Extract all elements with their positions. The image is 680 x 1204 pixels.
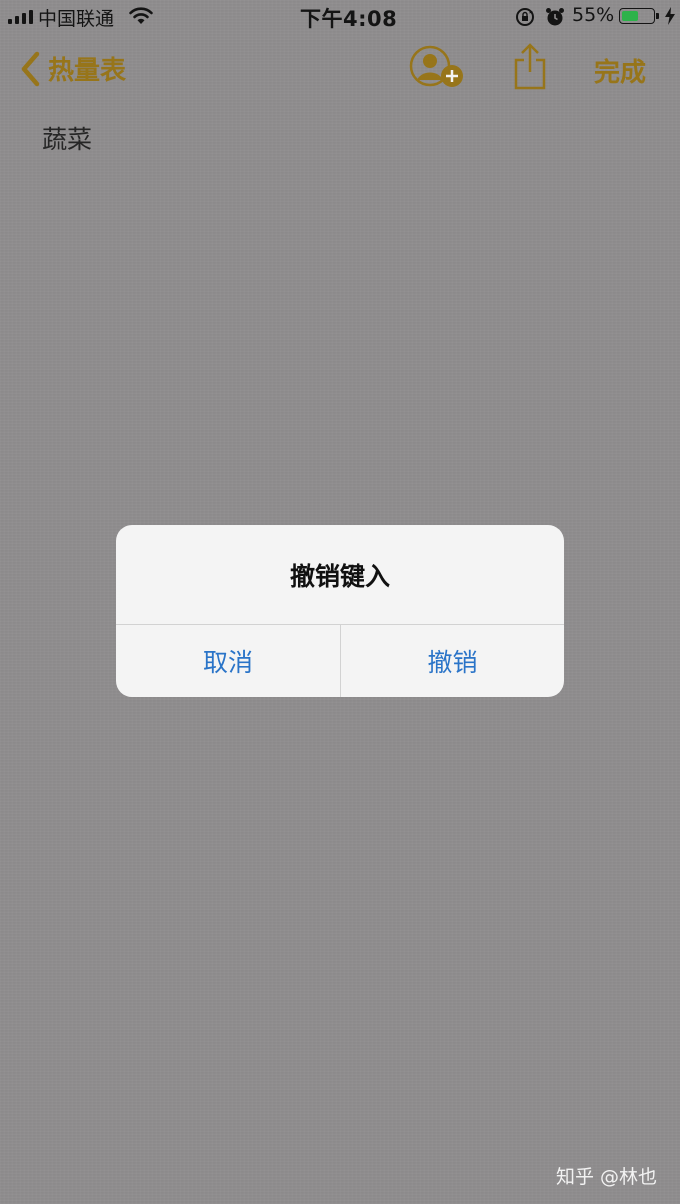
watermark: 知乎 @林也 — [556, 1166, 658, 1188]
share-icon — [514, 43, 546, 90]
carrier-name: 中国联通 — [38, 8, 115, 30]
undo-button[interactable]: 撤销 — [341, 625, 564, 697]
add-person-button[interactable] — [408, 44, 466, 92]
battery-nub — [656, 13, 659, 19]
chevron-left-icon — [21, 51, 40, 86]
cellular-signal-icon — [8, 10, 33, 24]
status-bar: 中国联通 下午4:08 55% — [0, 0, 680, 34]
rotation-lock-icon — [514, 6, 536, 33]
done-button[interactable]: 完成 — [594, 52, 646, 89]
note-body[interactable]: 蔬菜 — [42, 120, 92, 156]
cancel-button[interactable]: 取消 — [116, 625, 340, 697]
status-time: 下午4:08 — [300, 7, 398, 31]
undo-alert-dialog: 撤销键入 取消 撤销 — [116, 525, 564, 697]
alarm-icon — [544, 6, 566, 33]
share-button[interactable] — [510, 42, 550, 92]
back-button[interactable]: 热量表 — [20, 50, 126, 87]
notes-screen: 中国联通 下午4:08 55% 热量表 完成 蔬菜 撤销键入 取消 撤销 知乎 … — [0, 0, 680, 1204]
battery-level — [622, 11, 638, 21]
alert-title: 撤销键入 — [289, 561, 390, 591]
charging-bolt-icon — [664, 6, 676, 31]
back-label: 热量表 — [48, 56, 127, 86]
battery-percent: 55% — [572, 4, 615, 26]
wifi-icon — [128, 6, 154, 31]
add-person-icon — [409, 45, 463, 87]
battery-icon — [619, 8, 655, 24]
